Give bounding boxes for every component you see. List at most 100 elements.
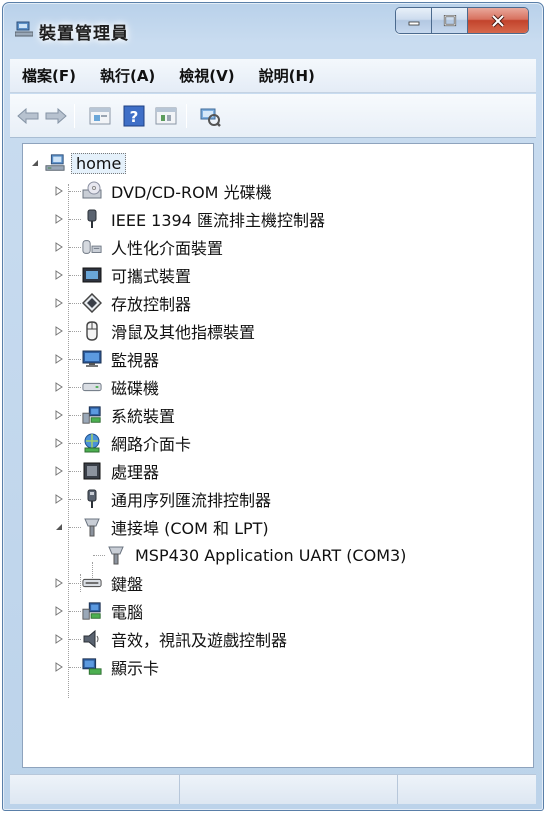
sound-icon bbox=[82, 629, 102, 649]
tree-item-monitor[interactable]: 監視器 bbox=[53, 346, 162, 372]
tree-connector bbox=[69, 498, 81, 500]
menu-view[interactable]: 檢視(V) bbox=[179, 65, 234, 86]
tree-item-computer[interactable]: 電腦 bbox=[53, 598, 146, 624]
tree-item-ports[interactable]: 連接埠 (COM 和 LPT) bbox=[53, 514, 272, 540]
tree-item-portable[interactable]: 可攜式裝置 bbox=[53, 262, 194, 288]
expand-arrow-icon[interactable] bbox=[53, 605, 65, 617]
menu-help[interactable]: 說明(H) bbox=[259, 65, 315, 86]
device-manager-window: 裝置管理員 檔案(F) 執行(A) 檢視(V) 說明(H) ? home DVD… bbox=[2, 2, 544, 811]
tree-connector bbox=[69, 302, 81, 304]
tree-item-ieee1394[interactable]: IEEE 1394 匯流排主機控制器 bbox=[53, 206, 328, 232]
tree-item-mouse[interactable]: 滑鼠及其他指標裝置 bbox=[53, 318, 258, 344]
tree-item-label: MSP430 Application UART (COM3) bbox=[135, 545, 407, 565]
expand-arrow-icon[interactable] bbox=[53, 437, 65, 449]
toolbar-separator bbox=[186, 104, 187, 128]
expand-arrow-icon[interactable] bbox=[53, 213, 65, 225]
tree-connector bbox=[69, 414, 81, 416]
expand-arrow-icon[interactable] bbox=[53, 381, 65, 393]
menu-action[interactable]: 執行(A) bbox=[100, 65, 155, 86]
tree-item-label: 電腦 bbox=[111, 603, 144, 622]
dvd-drive-icon bbox=[82, 181, 102, 201]
help-button[interactable]: ? bbox=[122, 104, 146, 128]
tree-connector bbox=[69, 274, 81, 276]
tree-connector bbox=[93, 554, 105, 556]
properties-button[interactable] bbox=[88, 104, 112, 128]
maximize-icon bbox=[443, 14, 456, 26]
port-icon bbox=[106, 545, 126, 565]
tree-item-label: 通用序列匯流排控制器 bbox=[111, 491, 272, 510]
tree-item-usb[interactable]: 通用序列匯流排控制器 bbox=[53, 486, 274, 512]
tree-item-msp430-uart[interactable]: MSP430 Application UART (COM3) bbox=[93, 542, 409, 568]
expand-arrow-icon[interactable] bbox=[53, 353, 65, 365]
tree-connector bbox=[69, 610, 81, 612]
system-device-icon bbox=[82, 405, 102, 425]
expand-arrow-icon[interactable] bbox=[53, 633, 65, 645]
tree-connector bbox=[69, 442, 81, 444]
tree-item-system[interactable]: 系統裝置 bbox=[53, 402, 178, 428]
tree-connector bbox=[69, 470, 81, 472]
keyboard-icon bbox=[82, 573, 102, 593]
tree-item-label: 網路介面卡 bbox=[111, 435, 192, 454]
tree-item-hid[interactable]: 人性化介面裝置 bbox=[53, 234, 226, 260]
help-icon: ? bbox=[123, 105, 145, 127]
back-button[interactable] bbox=[16, 104, 40, 128]
tree-item-keyboard[interactable]: 鍵盤 bbox=[53, 570, 146, 596]
monitor-icon bbox=[82, 349, 102, 369]
usb-controller-icon bbox=[82, 489, 102, 509]
tree-item-label: 磁碟機 bbox=[111, 379, 160, 398]
collapse-arrow-icon[interactable] bbox=[29, 157, 41, 169]
close-icon bbox=[491, 14, 505, 27]
tree-connector bbox=[69, 246, 81, 248]
display-adapter-icon bbox=[82, 657, 102, 677]
tree-connector bbox=[69, 526, 81, 528]
port-icon bbox=[82, 517, 102, 537]
expand-arrow-icon[interactable] bbox=[53, 269, 65, 281]
tree-item-processor[interactable]: 處理器 bbox=[53, 458, 162, 484]
tree-item-sound[interactable]: 音效，視訊及遊戲控制器 bbox=[53, 626, 290, 652]
storage-controller-icon bbox=[82, 293, 102, 313]
tree-connector bbox=[69, 582, 81, 584]
expand-arrow-icon[interactable] bbox=[53, 493, 65, 505]
tree-item-display[interactable]: 顯示卡 bbox=[53, 654, 162, 680]
expand-arrow-icon[interactable] bbox=[53, 325, 65, 337]
toolbar-separator bbox=[74, 104, 75, 128]
tree-item-label: 監視器 bbox=[111, 351, 160, 370]
minimize-button[interactable] bbox=[396, 8, 432, 33]
status-cell bbox=[180, 775, 398, 804]
forward-button[interactable] bbox=[44, 104, 68, 128]
window-controls bbox=[395, 7, 529, 34]
minimize-icon bbox=[408, 21, 419, 25]
tree-item-label: 滑鼠及其他指標裝置 bbox=[111, 323, 256, 342]
expand-arrow-icon[interactable] bbox=[53, 185, 65, 197]
tree-connector bbox=[69, 190, 81, 192]
tree-item-label: 顯示卡 bbox=[111, 659, 160, 678]
status-bar bbox=[10, 774, 536, 804]
tree-item-label: 連接埠 (COM 和 LPT) bbox=[111, 519, 269, 538]
expand-arrow-icon[interactable] bbox=[53, 241, 65, 253]
tree-item-storage[interactable]: 存放控制器 bbox=[53, 290, 194, 316]
scan-hardware-button[interactable] bbox=[198, 104, 222, 128]
tree-item-label: 鍵盤 bbox=[111, 575, 144, 594]
expand-arrow-icon[interactable] bbox=[53, 661, 65, 673]
expand-arrow-icon[interactable] bbox=[53, 465, 65, 477]
expand-arrow-icon[interactable] bbox=[53, 297, 65, 309]
tree-connector bbox=[69, 330, 81, 332]
tree-item-disk[interactable]: 磁碟機 bbox=[53, 374, 162, 400]
tree-root-home[interactable]: home bbox=[29, 150, 127, 176]
maximize-button[interactable] bbox=[432, 8, 468, 33]
menu-file[interactable]: 檔案(F) bbox=[22, 65, 76, 86]
ieee1394-icon bbox=[82, 209, 102, 229]
title-bar[interactable]: 裝置管理員 bbox=[3, 3, 543, 51]
device-tree[interactable]: home DVD/CD-ROM 光碟機 IEEE 1394 匯流排主機控制器 人… bbox=[22, 143, 534, 768]
tree-item-dvd[interactable]: DVD/CD-ROM 光碟機 bbox=[53, 178, 275, 204]
status-cell bbox=[10, 775, 180, 804]
show-hidden-button[interactable] bbox=[154, 104, 178, 128]
tree-item-network[interactable]: 網路介面卡 bbox=[53, 430, 194, 456]
collapse-arrow-icon[interactable] bbox=[53, 521, 65, 533]
expand-arrow-icon[interactable] bbox=[53, 577, 65, 589]
expand-arrow-icon[interactable] bbox=[53, 409, 65, 421]
tree-item-label: 存放控制器 bbox=[111, 295, 192, 314]
portable-device-icon bbox=[82, 265, 102, 285]
mouse-icon bbox=[82, 321, 102, 341]
close-button[interactable] bbox=[468, 8, 528, 33]
